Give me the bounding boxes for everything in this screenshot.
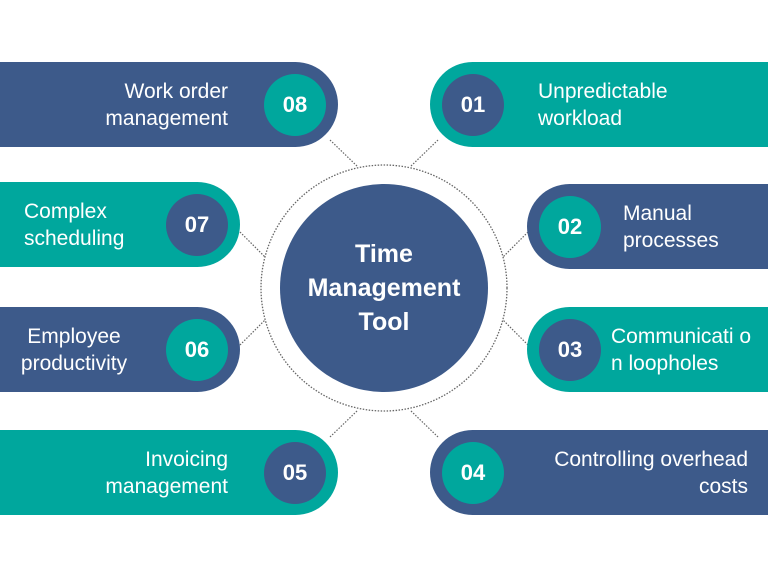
item-06-number-badge: 06 [166, 318, 228, 381]
item-07: Complex scheduling 07 [0, 182, 240, 267]
item-02-number-badge: 02 [539, 195, 601, 258]
item-05-number-badge: 05 [264, 441, 326, 504]
item-06: Employee productivity 06 [0, 307, 240, 392]
item-05-label: Invoicing management [105, 447, 228, 498]
item-02-label: Manual processes [623, 201, 719, 252]
item-01-label: Unpredictable workload [538, 79, 668, 130]
item-08: Work order management 08 [0, 62, 338, 147]
item-03-number-badge: 03 [539, 318, 601, 381]
item-04-label: Controlling overhead costs [554, 447, 748, 498]
item-01: 01 Unpredictable workload [430, 62, 768, 147]
connector-06 [239, 319, 266, 346]
item-04-number-badge: 04 [442, 441, 504, 504]
item-06-label: Employee productivity [20, 324, 128, 375]
item-08-number-badge: 08 [264, 73, 326, 136]
connector-01 [409, 139, 439, 168]
connector-02 [502, 231, 529, 258]
center-title: Time Management Tool [307, 240, 461, 336]
center-hub: Time Management Tool [280, 184, 488, 392]
connector-05 [329, 409, 359, 438]
item-07-number-badge: 07 [166, 193, 228, 256]
connector-08 [329, 139, 359, 168]
item-08-label: Work order management [105, 79, 228, 130]
item-03-label: Communicati on loopholes [611, 324, 752, 375]
item-04: 04 Controlling overhead costs [430, 430, 768, 515]
item-07-label: Complex scheduling [24, 199, 125, 250]
item-01-number-badge: 01 [442, 73, 504, 136]
item-02: 02 Manual processes [527, 184, 768, 269]
item-05: Invoicing management 05 [0, 430, 338, 515]
connector-04 [409, 409, 439, 438]
connector-07 [239, 231, 266, 258]
item-03: 03 Communicati on loopholes [527, 307, 768, 392]
connector-03 [502, 319, 529, 346]
